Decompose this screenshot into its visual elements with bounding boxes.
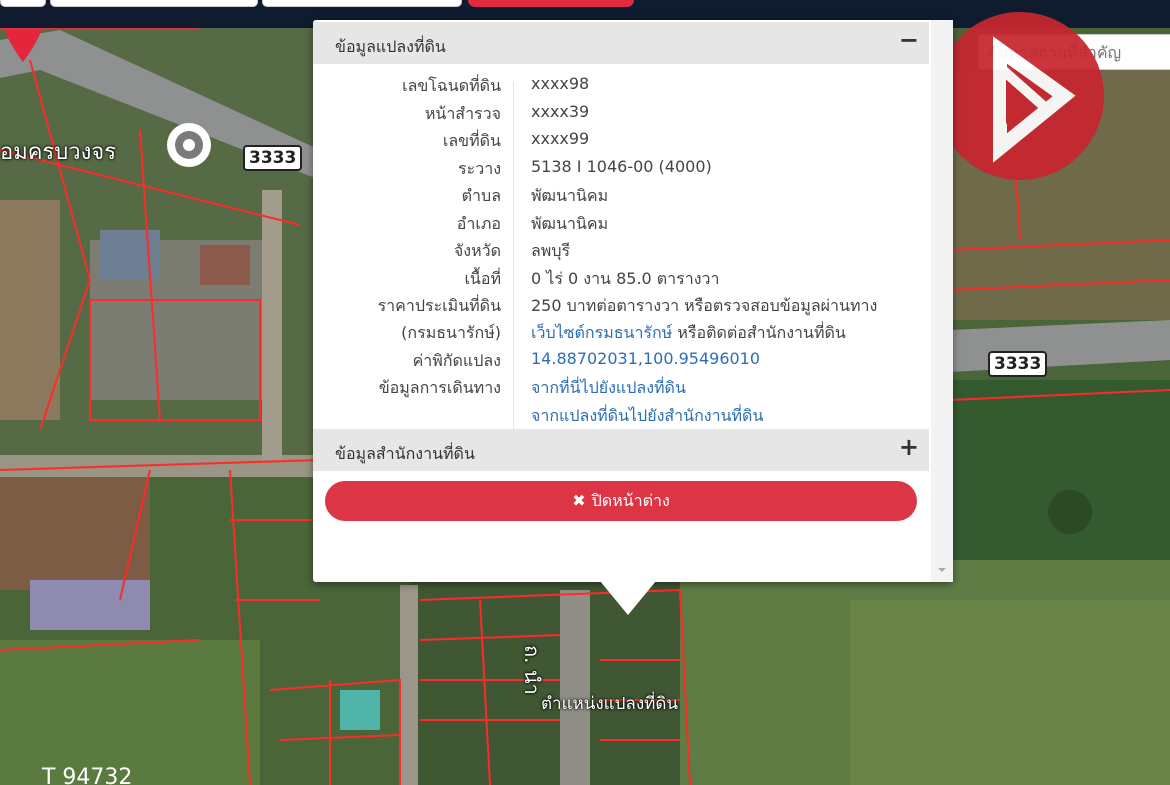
row-label: ระวาง — [458, 158, 501, 178]
close-x-icon: ✖ — [572, 490, 586, 510]
row-label: หน้าสำรวจ — [424, 103, 501, 123]
road-number-badge: 3333 — [988, 351, 1048, 377]
brand-logo-icon — [936, 12, 1104, 180]
section-header-land-office[interactable]: ข้อมูลสำนักงานที่ดิน + — [313, 429, 929, 471]
treasury-website-link[interactable]: เว็บไซต์กรมธนารักษ์ — [531, 323, 672, 342]
directions-to-parcel-link[interactable]: จากที่นี่ไปยังแปลงที่ดิน — [531, 376, 686, 401]
pin-label: ตำแหน่งแปลงที่ดิน — [541, 694, 679, 714]
row-value: พัฒนานิคม — [531, 213, 609, 233]
info-row: อำเภอ พัฒนานิคม — [313, 208, 929, 236]
place-name-label: อมครบวงจร — [0, 140, 117, 165]
info-row: เนื้อที่ 0 ไร่ 0 งาน 85.0 ตารางวา — [313, 263, 929, 291]
nav-field[interactable] — [50, 0, 258, 7]
info-row-treasury: (กรมธนารักษ์) เว็บไซต์กรมธนารักษ์ หรือติ… — [313, 317, 929, 345]
directions-to-office-link[interactable]: จากแปลงที่ดินไปยังสำนักงานที่ดิน — [531, 404, 763, 429]
row-value: xxxx39 — [531, 101, 590, 121]
section-title: ข้อมูลสำนักงานที่ดิน — [335, 444, 475, 463]
info-row: เลขโฉนดที่ดิน xxxx98 — [313, 70, 929, 98]
row-value: 0 ไร่ 0 งาน 85.0 ตารางวา — [531, 268, 720, 288]
row-value: 5138 I 1046-00 (4000) — [531, 156, 712, 176]
info-row: ตำบล พัฒนานิคม — [313, 180, 929, 208]
nav-field[interactable] — [262, 0, 462, 7]
row-label: ราคาประเมินที่ดิน — [377, 296, 501, 315]
info-row-travel-2: จากแปลงที่ดินไปยังสำนักงานที่ดิน — [313, 400, 929, 428]
info-row: ระวาง 5138 I 1046-00 (4000) — [313, 153, 929, 181]
collapse-icon[interactable]: − — [899, 26, 919, 54]
row-value: xxxx99 — [531, 129, 590, 148]
row-value: พัฒนานิคม — [531, 186, 609, 205]
row-label: เลขโฉนดที่ดิน — [402, 76, 501, 95]
row-value: เว็บไซต์กรมธนารักษ์ หรือติดต่อสำนักงานที… — [531, 321, 846, 346]
popup-scrollbar[interactable] — [931, 20, 953, 582]
info-row-travel: ข้อมูลการเดินทาง จากที่นี่ไปยังแปลงที่ดิ… — [313, 372, 929, 400]
popup-pointer — [600, 581, 656, 615]
close-window-button[interactable]: ✖ ปิดหน้าต่าง — [325, 481, 917, 521]
info-row-coordinates: ค่าพิกัดแปลง 14.88702031,100.95496010 — [313, 345, 929, 373]
nav-field[interactable] — [0, 0, 46, 7]
treasury-suffix: หรือติดต่อสำนักงานที่ดิน — [672, 323, 846, 342]
nav-action-button[interactable] — [468, 0, 634, 7]
row-label: เนื้อที่ — [464, 268, 501, 288]
row-label: ข้อมูลการเดินทาง — [378, 378, 501, 397]
row-label: อำเภอ — [456, 213, 501, 233]
row-label: เลขที่ดิน — [442, 131, 501, 150]
row-value: ลพบุรี — [531, 241, 571, 260]
street-label: ถ. นำ — [520, 645, 544, 695]
info-row: ราคาประเมินที่ดิน 250 บาทต่อตารางวา หรือต… — [313, 290, 929, 318]
info-row: เลขที่ดิน xxxx99 — [313, 125, 929, 153]
section-header-parcel[interactable]: ข้อมูลแปลงที่ดิน − — [313, 22, 929, 64]
row-label: ตำบล — [461, 186, 501, 205]
road-number-badge: 3333 — [243, 145, 303, 171]
location-target-icon[interactable] — [162, 118, 216, 172]
row-label: ค่าพิกัดแปลง — [412, 350, 501, 370]
row-label: (กรมธนารักษ์) — [401, 323, 501, 342]
row-label: จังหวัด — [453, 241, 501, 260]
expand-icon[interactable]: + — [899, 433, 919, 461]
parcel-info-popup: ข้อมูลแปลงที่ดิน − เลขโฉนดที่ดิน xxxx98 หน… — [313, 20, 953, 582]
info-row: จังหวัด ลพบุรี — [313, 235, 929, 263]
coordinates-link[interactable]: 14.88702031,100.95496010 — [531, 349, 760, 368]
row-value: 250 บาทต่อตารางวา หรือตรวจสอบข้อมูลผ่านท… — [531, 296, 878, 315]
parcel-number-label: T 94732 — [42, 765, 133, 785]
close-button-label: ปิดหน้าต่าง — [591, 490, 670, 510]
scroll-down-arrow-icon[interactable] — [938, 568, 946, 572]
row-value: xxxx98 — [531, 74, 590, 93]
info-row: หน้าสำรวจ xxxx39 — [313, 98, 929, 126]
section-title: ข้อมูลแปลงที่ดิน — [335, 37, 446, 56]
